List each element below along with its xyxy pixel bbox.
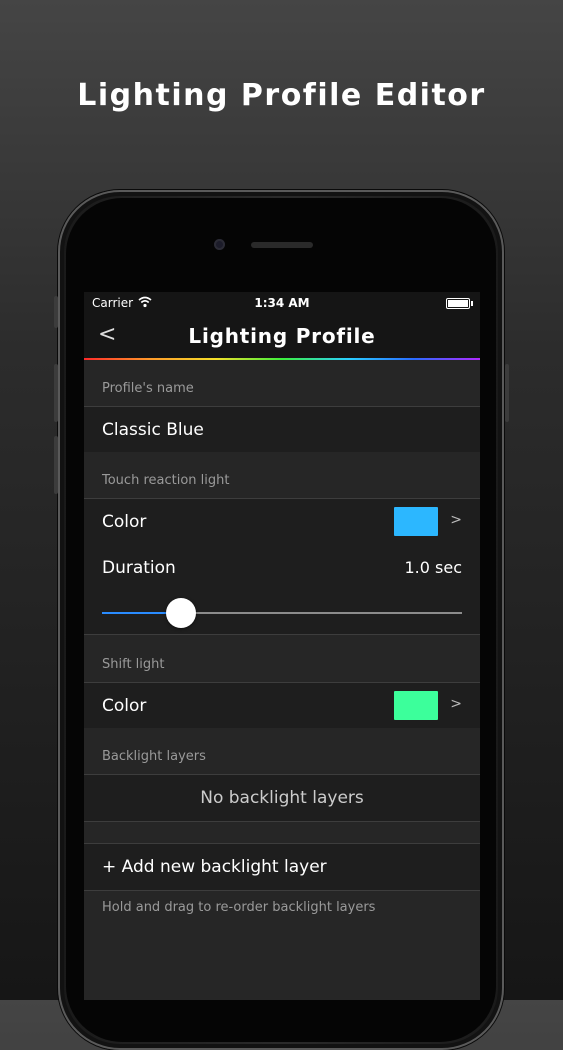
status-bar: Carrier 1:34 AM — [84, 292, 480, 314]
side-button-volume-down — [54, 436, 58, 494]
section-header-touch-reaction: Touch reaction light — [84, 452, 480, 499]
backlight-empty-row: No backlight layers — [84, 775, 480, 822]
status-time: 1:34 AM — [254, 296, 310, 310]
duration-row: Duration 1.0 sec — [84, 545, 480, 635]
side-button-volume-up — [54, 364, 58, 422]
section-header-label: Profile's name — [102, 381, 194, 396]
duration-label: Duration — [102, 558, 176, 578]
section-header-label: Touch reaction light — [102, 473, 230, 488]
shift-color-label: Color — [102, 696, 147, 716]
reorder-hint: Hold and drag to re-order backlight laye… — [102, 900, 376, 915]
profile-name-field[interactable]: Classic Blue — [84, 407, 480, 454]
duration-value: 1.0 sec — [404, 558, 462, 577]
app-screen: Carrier 1:34 AM < Lighting Profile Profi… — [84, 292, 480, 1000]
nav-bar: < Lighting Profile — [84, 314, 480, 358]
chevron-right-icon: > — [450, 696, 462, 712]
duration-slider-thumb[interactable] — [166, 598, 197, 628]
section-header-shift-light: Shift light — [84, 636, 480, 683]
add-backlight-layer-label: + Add new backlight layer — [102, 857, 327, 877]
nav-title: Lighting Profile — [188, 324, 376, 348]
section-header-label: Backlight layers — [102, 749, 206, 764]
section-header-backlight: Backlight layers — [84, 728, 480, 775]
section-header-profile-name: Profile's name — [84, 360, 480, 407]
camera-icon — [214, 239, 225, 250]
touch-color-row[interactable]: Color > — [84, 499, 480, 546]
shift-color-swatch[interactable] — [394, 691, 438, 720]
headline: Lighting Profile Editor — [77, 78, 486, 113]
chevron-right-icon: > — [450, 512, 462, 528]
shift-color-row[interactable]: Color > — [84, 683, 480, 730]
touch-color-label: Color — [102, 512, 147, 532]
backlight-empty-text: No backlight layers — [200, 788, 364, 808]
battery-level — [448, 300, 468, 307]
side-button-mute — [54, 296, 58, 328]
battery-icon — [446, 298, 473, 309]
add-backlight-layer-button[interactable]: + Add new backlight layer — [84, 843, 480, 891]
side-button-power — [505, 364, 509, 422]
speaker-grille — [251, 242, 313, 248]
touch-color-swatch[interactable] — [394, 507, 438, 536]
section-header-label: Shift light — [102, 657, 165, 672]
profile-name-value: Classic Blue — [102, 420, 204, 440]
duration-slider-track[interactable] — [102, 612, 462, 614]
